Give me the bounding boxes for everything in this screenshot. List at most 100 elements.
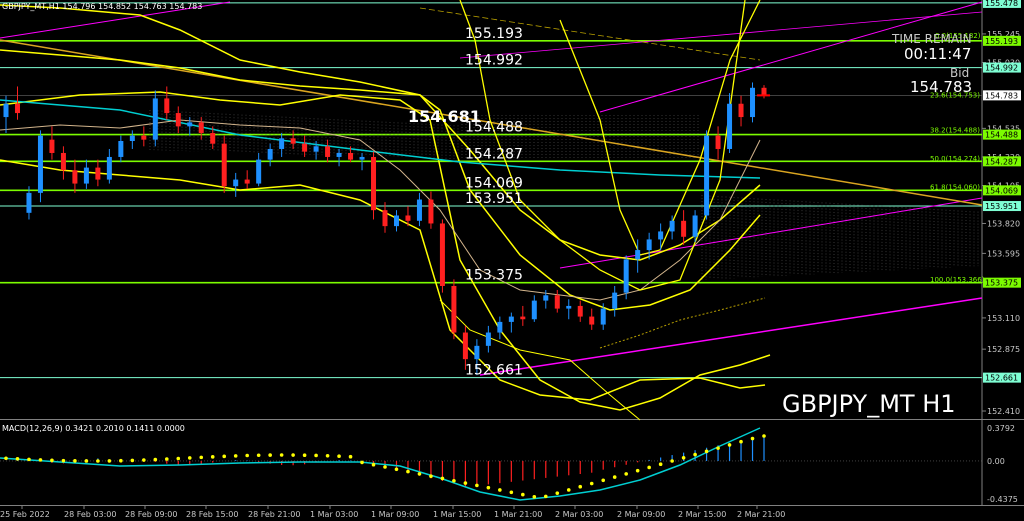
fibonacci-label: 38.2(154.488) bbox=[930, 127, 980, 135]
candle-body bbox=[210, 133, 216, 144]
fibonacci-label: 100.0(153.366) bbox=[930, 276, 985, 284]
candle-body bbox=[3, 103, 9, 118]
price-tag-7: 152.661 bbox=[985, 374, 1018, 383]
time-tick-label: 2 Mar 03:00 bbox=[555, 510, 603, 519]
candle-body bbox=[129, 135, 135, 141]
candle-body bbox=[738, 103, 744, 118]
macd-dot bbox=[61, 458, 66, 463]
price-chart[interactable]: 155.193154.992154.488154.287154.069153.9… bbox=[0, 0, 1024, 521]
candle-body bbox=[428, 199, 434, 224]
time-remaining-label: TIME REMAIN bbox=[892, 32, 972, 46]
macd-dot bbox=[704, 449, 709, 454]
time-tick-label: 2 Mar 15:00 bbox=[678, 510, 726, 519]
macd-dot bbox=[750, 436, 755, 441]
macd-dot bbox=[291, 453, 295, 457]
macd-dot bbox=[647, 465, 651, 470]
candle-body bbox=[106, 156, 112, 180]
time-tick-label: 1 Mar 15:00 bbox=[433, 510, 481, 519]
candle-body bbox=[14, 103, 20, 114]
candle-body bbox=[244, 179, 250, 184]
candle-body bbox=[681, 220, 687, 237]
macd-dot bbox=[38, 458, 43, 462]
level-label-1: 154.992 bbox=[465, 53, 523, 69]
yellow-curve-lower bbox=[439, 299, 641, 421]
candle-body bbox=[439, 223, 445, 286]
candle-body bbox=[750, 87, 756, 118]
candle-body bbox=[405, 215, 411, 221]
candle-body bbox=[715, 135, 721, 149]
macd-dot bbox=[555, 491, 560, 495]
macd-dot bbox=[348, 454, 353, 459]
candle-body bbox=[83, 167, 89, 184]
candle-body bbox=[646, 239, 652, 251]
macd-dot bbox=[27, 457, 31, 462]
time-tick-label: 28 Feb 03:00 bbox=[64, 510, 116, 519]
candle-body bbox=[37, 135, 43, 193]
macd-dot bbox=[164, 457, 169, 461]
macd-dot bbox=[325, 453, 330, 458]
macd-tick-label: 0.3792 bbox=[987, 424, 1015, 433]
macd-dot bbox=[360, 460, 364, 465]
price-tag-top: 155.478 bbox=[985, 0, 1018, 8]
candle-body bbox=[612, 292, 618, 309]
candle-body bbox=[60, 152, 66, 171]
candle-body bbox=[175, 113, 181, 127]
macd-dot bbox=[142, 458, 146, 462]
candle-body bbox=[325, 146, 331, 157]
macd-dot bbox=[210, 455, 215, 459]
level-label-6: 153.375 bbox=[465, 268, 523, 284]
macd-dot bbox=[107, 459, 112, 463]
candle-body bbox=[49, 139, 55, 153]
macd-dot bbox=[153, 457, 158, 462]
macd-tick-label: 0.00 bbox=[987, 457, 1005, 466]
candle-body bbox=[497, 321, 503, 333]
macd-dot bbox=[658, 462, 663, 467]
price-tick-label: 153.110 bbox=[987, 314, 1020, 323]
macd-dot bbox=[176, 456, 181, 461]
time-tick-label: 1 Mar 09:00 bbox=[371, 510, 419, 519]
macd-dot bbox=[543, 494, 548, 499]
fibonacci-label: 61.8(154.060) bbox=[930, 184, 980, 192]
candle-body bbox=[600, 308, 606, 325]
macd-dot bbox=[314, 453, 318, 458]
macd-dot bbox=[222, 454, 227, 459]
dotted-envelope-lower bbox=[599, 297, 766, 349]
macd-dot bbox=[739, 439, 743, 444]
candle-body bbox=[371, 156, 377, 211]
candle-body bbox=[669, 220, 675, 232]
symbol-watermark: GBPJPY_MT H1 bbox=[782, 390, 956, 418]
macd-dot bbox=[486, 485, 491, 490]
candle-body bbox=[589, 316, 595, 325]
candle-body bbox=[554, 295, 560, 309]
price-tick-label: 152.410 bbox=[987, 407, 1020, 416]
candle-body bbox=[267, 148, 273, 160]
candle-body bbox=[336, 152, 342, 157]
macd-dot bbox=[624, 472, 628, 476]
time-tick-label: 25 Feb 2022 bbox=[0, 510, 50, 519]
candle-body bbox=[26, 192, 32, 213]
candle-body bbox=[221, 143, 227, 187]
chart-window[interactable]: 155.193 154.992 154.488 154.287 154.069 153.9… bbox=[0, 0, 1024, 521]
price-tag-6: 153.375 bbox=[985, 279, 1018, 288]
macd-dot bbox=[463, 481, 468, 485]
candle-body bbox=[233, 179, 239, 187]
level-label-3: 154.287 bbox=[465, 146, 523, 162]
time-tick-label: 28 Feb 21:00 bbox=[248, 510, 300, 519]
highlight-price-label: 154.681 bbox=[408, 107, 481, 126]
macd-dot bbox=[119, 458, 123, 463]
macd-dot bbox=[727, 443, 732, 447]
macd-dot bbox=[475, 483, 479, 488]
candle-body bbox=[382, 210, 388, 227]
macd-dot bbox=[15, 457, 20, 461]
candle-body bbox=[635, 250, 641, 260]
macd-dot bbox=[578, 484, 583, 489]
time-tick-label: 1 Mar 03:00 bbox=[310, 510, 358, 519]
bid-value: 154.783 bbox=[910, 78, 973, 96]
macd-tick-label: -0.4375 bbox=[987, 495, 1018, 504]
level-label-5: 153.951 bbox=[465, 191, 523, 207]
price-tick-label: 153.820 bbox=[987, 219, 1020, 228]
candle-body bbox=[313, 146, 319, 152]
time-remaining-value: 00:11:47 bbox=[904, 45, 972, 63]
candle-body bbox=[531, 300, 537, 320]
macd-dot bbox=[681, 455, 686, 460]
